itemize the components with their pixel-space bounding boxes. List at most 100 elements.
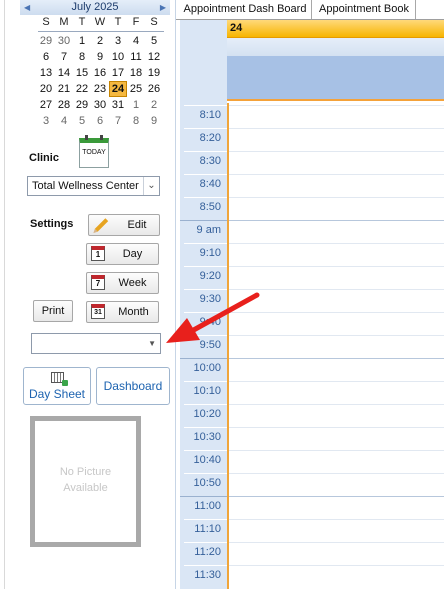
- calendar-day[interactable]: 2: [91, 33, 109, 49]
- calendar-day[interactable]: 26: [145, 81, 163, 97]
- today-calendar-icon: TODAY: [82, 149, 106, 156]
- calendar-day[interactable]: 29: [37, 33, 55, 49]
- calendar-day[interactable]: 28: [55, 97, 73, 113]
- time-tick: [184, 312, 227, 313]
- tab-appointment-dash-board[interactable]: Appointment Dash Board: [179, 0, 312, 19]
- no-picture-text: No Picture: [59, 466, 112, 478]
- calendar-day[interactable]: 1: [73, 33, 91, 49]
- time-tick: [184, 151, 227, 152]
- calendar-day[interactable]: 7: [55, 49, 73, 65]
- time-tick: [184, 174, 227, 175]
- calendar-day[interactable]: 20: [37, 81, 55, 97]
- tab-appointment-book[interactable]: Appointment Book: [313, 0, 416, 19]
- calendar-day[interactable]: 30: [55, 33, 73, 49]
- weekday-header: F: [132, 16, 140, 28]
- time-tick: [184, 197, 227, 198]
- calendar-header: ◀ July 2025 ▶: [20, 0, 170, 15]
- print-button[interactable]: Print: [33, 300, 73, 322]
- calendar-day[interactable]: 4: [55, 113, 73, 129]
- calendar-day[interactable]: 4: [127, 33, 145, 49]
- calendar-day[interactable]: 6: [37, 49, 55, 65]
- calendar-day[interactable]: 3: [109, 33, 127, 49]
- time-tick: [184, 381, 227, 382]
- time-slot-label: 10:10: [193, 385, 221, 397]
- dashboard-label: Dashboard: [103, 379, 163, 393]
- time-tick: [184, 289, 227, 290]
- week-calendar-icon: 7: [91, 275, 105, 290]
- appointment-grid[interactable]: [227, 103, 444, 589]
- time-tick: [184, 473, 227, 474]
- clinic-select[interactable]: Total Wellness Center ⌄: [27, 176, 160, 196]
- calendar-day[interactable]: 27: [37, 97, 55, 113]
- all-day-area[interactable]: [227, 56, 444, 101]
- calendar-day[interactable]: 9: [91, 49, 109, 65]
- calendar-day[interactable]: 11: [127, 49, 145, 65]
- grid-row-line: [229, 450, 444, 451]
- calendar-day[interactable]: 2: [145, 97, 163, 113]
- calendar-day[interactable]: 18: [127, 65, 145, 81]
- calendar-day[interactable]: 5: [145, 33, 163, 49]
- calendar-day[interactable]: 31: [109, 97, 127, 113]
- calendar-day[interactable]: 13: [37, 65, 55, 81]
- calendar-day[interactable]: 7: [109, 113, 127, 129]
- next-month-icon[interactable]: ▶: [160, 0, 166, 15]
- grid-row-line: [229, 266, 444, 267]
- calendar-day[interactable]: 12: [145, 49, 163, 65]
- time-tick: [184, 450, 227, 451]
- time-slot-label: 8:50: [199, 201, 221, 213]
- day-sheet-label: Day Sheet: [28, 387, 86, 401]
- time-slot-label: 8:20: [199, 132, 221, 144]
- edit-button-label: Edit: [127, 219, 147, 231]
- calendar-day[interactable]: 22: [73, 81, 91, 97]
- calendar-day[interactable]: 8: [127, 113, 145, 129]
- grid-row-line: [229, 151, 444, 152]
- calendar-day[interactable]: 8: [73, 49, 91, 65]
- time-slot-label: 10:20: [193, 408, 221, 420]
- grid-row-line: [229, 105, 444, 106]
- time-tick: [184, 404, 227, 405]
- day-view-button[interactable]: 1 Day: [86, 243, 159, 265]
- grid-row-line: [229, 565, 444, 566]
- grid-row-line: [229, 381, 444, 382]
- calendar-day[interactable]: 23: [91, 81, 109, 97]
- grid-row-line: [229, 496, 444, 497]
- calendar-day[interactable]: 10: [109, 49, 127, 65]
- calendar-day[interactable]: 6: [91, 113, 109, 129]
- calendar-day[interactable]: 21: [55, 81, 73, 97]
- calendar-day[interactable]: 16: [91, 65, 109, 81]
- available-text: Available: [63, 482, 108, 494]
- calendar-day[interactable]: 3: [37, 113, 55, 129]
- week-view-button[interactable]: 7 Week: [86, 272, 159, 294]
- time-tick: [180, 358, 227, 359]
- calendar-day[interactable]: 29: [73, 97, 91, 113]
- calendar-day[interactable]: 24: [109, 81, 127, 97]
- time-slot-label: 11:30: [194, 569, 221, 581]
- calendar-day[interactable]: 17: [109, 65, 127, 81]
- provider-select[interactable]: ▼: [31, 333, 161, 354]
- grid-row-line: [229, 542, 444, 543]
- calendar-day[interactable]: 1: [127, 97, 145, 113]
- calendar-day[interactable]: 9: [145, 113, 163, 129]
- time-slot-label: 10:00: [193, 362, 221, 374]
- dashboard-button[interactable]: Dashboard: [96, 367, 170, 405]
- time-tick: [180, 220, 227, 221]
- month-calendar-icon: 31: [91, 304, 105, 319]
- patient-photo-placeholder: No Picture Available: [30, 416, 141, 547]
- day-column-header[interactable]: 24: [227, 20, 444, 38]
- time-tick: [184, 128, 227, 129]
- grid-row-line: [229, 174, 444, 175]
- edit-button[interactable]: Edit: [88, 214, 160, 236]
- today-button[interactable]: TODAY: [79, 135, 109, 168]
- calendar-day[interactable]: 25: [127, 81, 145, 97]
- day-sheet-button[interactable]: Day Sheet: [23, 367, 91, 405]
- calendar-day[interactable]: 5: [73, 113, 91, 129]
- month-view-button[interactable]: 31 Month: [86, 301, 159, 323]
- dropdown-arrow-icon[interactable]: ▼: [148, 334, 156, 354]
- calendar-day[interactable]: 30: [91, 97, 109, 113]
- chevron-down-icon[interactable]: ⌄: [143, 177, 159, 195]
- calendar-day[interactable]: 15: [73, 65, 91, 81]
- panel-edge: [4, 0, 5, 589]
- calendar-month-title[interactable]: July 2025: [20, 0, 170, 15]
- calendar-day[interactable]: 14: [55, 65, 73, 81]
- calendar-day[interactable]: 19: [145, 65, 163, 81]
